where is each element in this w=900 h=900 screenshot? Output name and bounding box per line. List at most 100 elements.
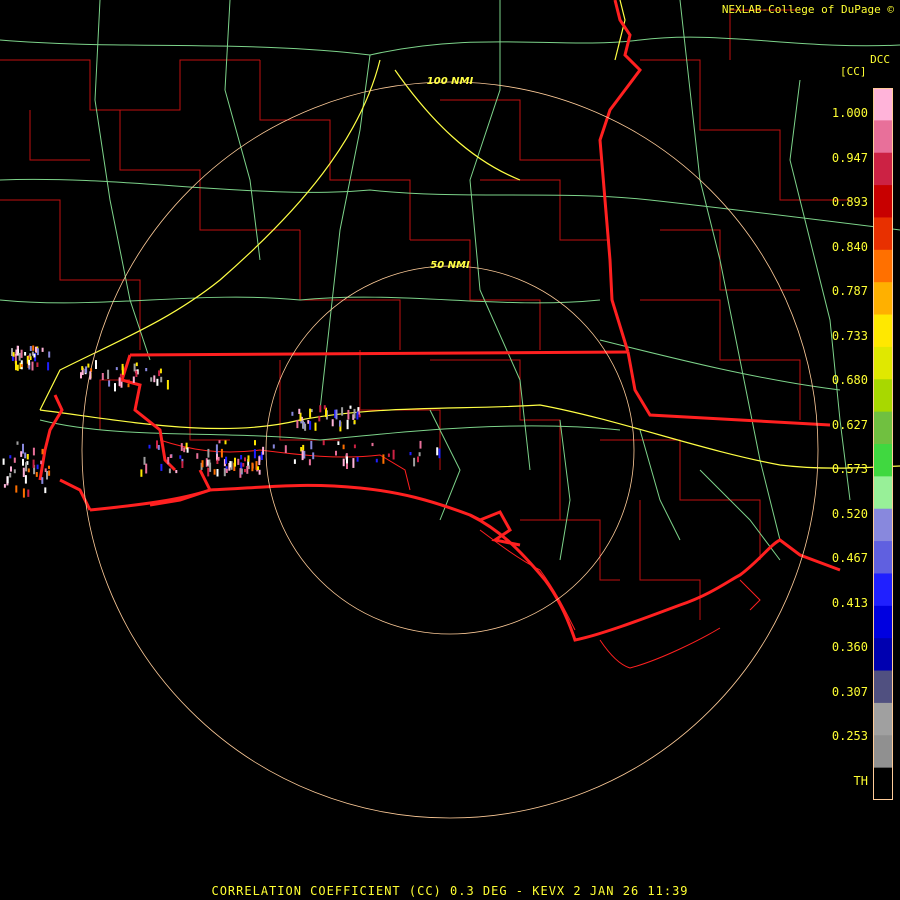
- radar-return-pixel: [309, 421, 312, 430]
- radar-return-pixel: [119, 373, 122, 377]
- radar-return-pixel: [237, 458, 240, 465]
- radar-return-pixel: [48, 465, 50, 469]
- radar-return-pixel: [220, 448, 223, 458]
- radar-return-pixel: [108, 380, 111, 387]
- radar-return-pixel: [32, 459, 35, 468]
- legend-swatch: [874, 508, 892, 542]
- legend-tick-label: 0.947: [831, 150, 868, 165]
- radar-return-pixel: [140, 469, 143, 477]
- radar-return-pixel: [240, 455, 243, 460]
- legend-swatch: [874, 249, 892, 283]
- radar-return-pixel: [244, 469, 246, 473]
- radar-return-pixel: [257, 466, 259, 470]
- radar-return-pixel: [28, 359, 31, 366]
- radar-return-pixel: [436, 447, 439, 456]
- radar-return-pixel: [20, 451, 23, 457]
- radar-return-pixel: [153, 375, 156, 383]
- legend-swatch: [874, 638, 892, 672]
- radar-return-pixel: [12, 352, 15, 357]
- radar-return-pixel: [215, 444, 218, 454]
- radar-return-pixel: [167, 457, 170, 465]
- radar-return-pixel: [208, 459, 211, 467]
- unit-label: [CC]: [840, 65, 867, 78]
- radar-return-pixel: [24, 475, 27, 484]
- radar-return-pixel: [371, 442, 374, 447]
- radar-return-pixel: [183, 447, 186, 453]
- radar-return-pixel: [148, 444, 151, 449]
- radar-return-pixel: [382, 454, 385, 464]
- radar-return-pixel: [150, 377, 153, 382]
- legend-tick-label: 1.000: [831, 106, 868, 120]
- radar-return-pixel: [272, 444, 275, 449]
- legend-swatch: [874, 702, 892, 736]
- radar-return-pixel: [166, 380, 169, 390]
- radar-return-pixel: [48, 470, 51, 476]
- radar-return-pixel: [331, 419, 334, 427]
- radar-return-pixel: [114, 383, 116, 392]
- radar-return-pixel: [16, 441, 19, 445]
- legend-swatch: [874, 346, 892, 380]
- radar-return-pixel: [318, 415, 321, 422]
- radar-return-pixel: [319, 405, 322, 413]
- radar-return-pixel: [22, 443, 24, 454]
- radar-return-pixel: [296, 419, 299, 429]
- radar-return-pixel: [160, 463, 163, 471]
- legend-tick-label: 0.307: [831, 684, 868, 699]
- radar-return-pixel: [107, 369, 110, 379]
- radar-return-pixel: [169, 454, 172, 458]
- legend-swatch: [874, 605, 892, 639]
- legend-tick-label: 0.787: [831, 284, 868, 298]
- radar-return-pixel: [293, 459, 296, 464]
- legend-swatch: [874, 152, 892, 186]
- radar-return-pixel: [181, 461, 184, 468]
- radar-return-pixel: [284, 445, 287, 453]
- radar-return-pixel: [26, 454, 29, 460]
- radar-return-pixel: [25, 462, 28, 472]
- radar-return-pixel: [217, 456, 220, 461]
- legend-tick-label: 0.733: [831, 328, 868, 343]
- radar-return-pixel: [13, 457, 16, 463]
- radar-return-pixel: [224, 440, 227, 445]
- radar-return-pixel: [342, 444, 345, 450]
- radar-return-pixel: [89, 371, 92, 380]
- radar-return-pixel: [3, 484, 6, 488]
- radar-return-pixel: [101, 373, 104, 380]
- legend-tick-label: 0.680: [831, 373, 868, 387]
- radar-return-pixel: [225, 456, 228, 464]
- radar-return-pixel: [6, 476, 9, 484]
- radar-return-pixel: [418, 452, 421, 457]
- legend-swatch: [874, 379, 892, 413]
- radar-return-pixel: [375, 458, 378, 463]
- radar-return-pixel: [353, 420, 356, 425]
- radar-return-pixel: [409, 452, 412, 456]
- radar-return-pixel: [13, 469, 16, 474]
- radar-return-pixel: [337, 441, 340, 445]
- legend-swatch: [874, 767, 892, 800]
- legend-swatch: [874, 670, 892, 704]
- legend-tick-label: 0.840: [831, 239, 868, 254]
- radar-return-pixel: [246, 466, 249, 474]
- color-legend: [873, 88, 893, 800]
- radar-return-pixel: [20, 364, 23, 368]
- radar-return-pixel: [309, 408, 312, 418]
- radar-return-pixel: [36, 348, 39, 356]
- radar-return-pixel: [2, 458, 5, 465]
- radar-return-pixel: [201, 460, 204, 468]
- radar-return-pixel: [20, 349, 23, 358]
- radar-return-pixel: [18, 352, 21, 361]
- legend-swatch: [874, 120, 892, 154]
- credit-label: NEXLAB-College of DuPage ©: [721, 3, 894, 16]
- legend-swatch: [874, 314, 892, 348]
- radar-return-pixel: [253, 449, 256, 459]
- radar-return-pixel: [175, 470, 178, 474]
- radar-return-pixel: [392, 449, 395, 460]
- radar-return-pixel: [225, 468, 228, 473]
- radar-return-pixel: [27, 489, 30, 497]
- radar-return-pixel: [335, 450, 337, 456]
- radar-return-pixel: [16, 364, 19, 371]
- legend-swatch: [874, 541, 892, 574]
- radar-return-pixel: [95, 360, 97, 369]
- radar-return-pixel: [33, 353, 36, 358]
- radar-return-pixel: [262, 446, 265, 455]
- radar-return-pixel: [229, 461, 232, 468]
